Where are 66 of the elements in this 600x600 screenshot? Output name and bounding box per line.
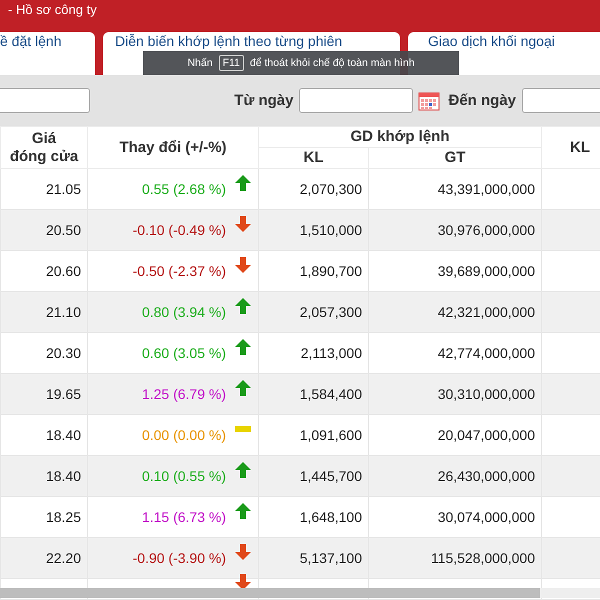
column-header: GD khớp lệnh (258, 126, 542, 148)
tab[interactable]: ề đặt lệnh (0, 32, 95, 75)
calendar-icon[interactable] (418, 90, 440, 110)
arrow-up-icon (234, 297, 252, 315)
change-value: 0.60 (3.05 %) (142, 345, 226, 361)
table-cell: 1,510,000 (300, 222, 362, 238)
to-date-field[interactable] (522, 88, 600, 113)
table-cell: 18.40 (46, 468, 81, 484)
change-value: 1.25 (6.79 %) (142, 386, 226, 402)
table-cell: 30,074,000,000 (438, 509, 536, 525)
dash-icon (234, 425, 252, 433)
table-cell: 22.20 (46, 550, 81, 566)
table-cell: 1,584,400 (300, 386, 362, 402)
change-value: 0.55 (2.68 %) (142, 181, 226, 197)
from-date-field[interactable] (299, 88, 414, 113)
column-header: Thay đổi (+/-%) (88, 126, 258, 168)
input-field[interactable] (0, 88, 90, 113)
arrow-up-icon (234, 379, 252, 397)
arrow-up-icon (234, 338, 252, 356)
change-value: 0.10 (0.55 %) (142, 468, 226, 484)
change-value: 0.80 (3.94 %) (142, 304, 226, 320)
table-cell: 18.25 (46, 509, 81, 525)
table-cell: 1,648,100 (300, 509, 362, 525)
to-date-label: Đến ngày (448, 92, 516, 109)
change-value: 1.15 (6.73 %) (142, 509, 226, 525)
table-cell: 20.60 (46, 263, 81, 279)
notice-text: Nhấn (187, 57, 213, 69)
change-value: -0.90 (-3.90 %) (132, 550, 226, 566)
column-header: Giá đóng cửa (0, 126, 88, 168)
arrow-down-icon (234, 256, 252, 274)
arrow-up-icon (234, 461, 252, 479)
from-date-label: Từ ngày (234, 92, 294, 109)
arrow-down-icon (234, 215, 252, 233)
table-cell: 20.50 (46, 222, 81, 238)
column-header: KL (258, 148, 368, 168)
table-cell: 5,137,100 (300, 550, 362, 566)
table-cell: 42,321,000,000 (438, 304, 536, 320)
scrollbar-thumb[interactable] (0, 588, 540, 598)
table-cell: 26,430,000,000 (438, 468, 536, 484)
arrow-up-icon (234, 174, 252, 192)
column-header: KL (542, 126, 600, 168)
table-cell: 30,976,000,000 (438, 222, 536, 238)
table-cell: 2,070,300 (300, 181, 362, 197)
table-cell: 1,091,600 (300, 427, 362, 443)
table-cell: 43,391,000,000 (438, 181, 536, 197)
arrow-down-icon (234, 543, 252, 561)
table-cell: 2,057,300 (300, 304, 362, 320)
table-cell: 2,113,000 (300, 345, 362, 361)
table-cell: 115,528,000,000 (430, 550, 536, 566)
table-cell: 18.40 (46, 427, 81, 443)
table-cell: 20.30 (46, 345, 81, 361)
table-cell: 21.10 (46, 304, 81, 320)
change-value: -0.10 (-0.49 %) (132, 222, 226, 238)
key-hint: F11 (218, 55, 244, 71)
arrow-up-icon (234, 502, 252, 520)
change-value: 0.00 (0.00 %) (142, 427, 226, 443)
table-cell: 39,689,000,000 (438, 263, 536, 279)
table-cell: 30,310,000,000 (438, 386, 536, 402)
page-title: - Hồ sơ công ty (7, 1, 98, 19)
table-cell: 1,445,700 (300, 468, 362, 484)
table-cell: 21.05 (46, 181, 81, 197)
table-cell: 1,890,700 (300, 263, 362, 279)
table-cell: 42,774,000,000 (438, 345, 536, 361)
table-cell: 19.65 (46, 386, 81, 402)
table-cell: 20,047,000,000 (438, 427, 536, 443)
change-value: -0.50 (-2.37 %) (132, 263, 226, 279)
